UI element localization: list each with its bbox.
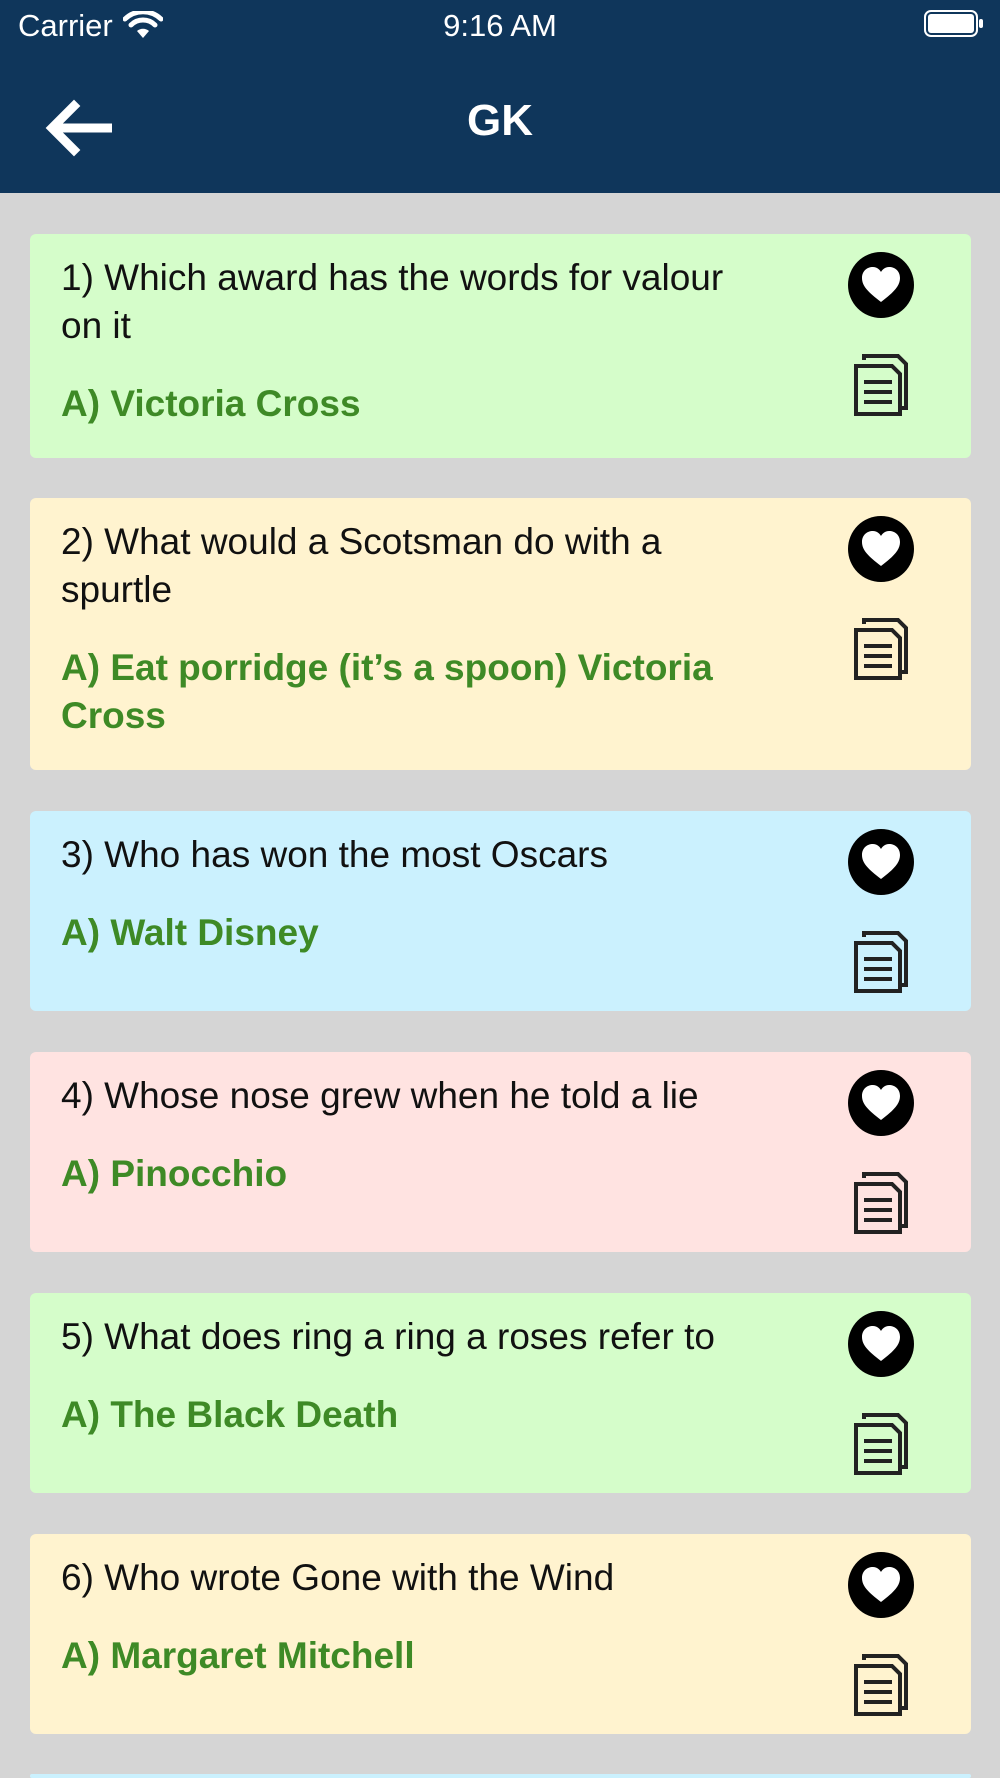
heart-icon[interactable] [848,252,914,318]
status-time: 9:16 AM [443,8,557,43]
heart-icon[interactable] [848,516,914,582]
heart-icon[interactable] [848,829,914,895]
heart-icon[interactable] [848,1552,914,1618]
heart-icon[interactable] [848,1070,914,1136]
question-text: 4) Whose nose grew when he told a lie [61,1075,699,1116]
copy-icon[interactable] [852,1170,910,1236]
copy-icon[interactable] [852,929,910,995]
answer-text: A) Walt Disney [61,912,319,953]
copy-icon[interactable] [852,1652,910,1718]
question-text: 3) Who has won the most Oscars [61,834,608,875]
question-card: 2) What would a Scotsman do with a spurt… [30,498,971,770]
answer-text: A) Margaret Mitchell [61,1635,415,1676]
answer-text: A) Eat porridge (it’s a spoon) Victoria … [61,647,713,736]
question-card: 4) Whose nose grew when he told a lie A)… [30,1052,971,1252]
question-card: 1) Which award has the words for valour … [30,234,971,458]
question-text: 5) What does ring a ring a roses refer t… [61,1316,715,1357]
copy-icon[interactable] [852,1411,910,1477]
question-card-partial [30,1774,971,1778]
copy-icon[interactable] [852,352,910,418]
question-card: 5) What does ring a ring a roses refer t… [30,1293,971,1493]
page-title: GK [467,96,533,145]
battery-icon [924,10,983,37]
answer-text: A) Pinocchio [61,1153,288,1194]
answer-text: A) Victoria Cross [61,383,361,424]
copy-icon[interactable] [852,616,910,682]
app-header: Carrier 9:16 AM GK [0,0,1000,193]
question-text: 2) What would a Scotsman do with a spurt… [61,521,662,610]
question-card: 3) Who has won the most Oscars A) Walt D… [30,811,971,1011]
answer-text: A) The Black Death [61,1394,399,1435]
question-text: 1) Which award has the words for valour … [61,257,724,346]
question-text: 6) Who wrote Gone with the Wind [61,1557,615,1598]
heart-icon[interactable] [848,1311,914,1377]
question-card: 6) Who wrote Gone with the Wind A) Marga… [30,1534,971,1734]
